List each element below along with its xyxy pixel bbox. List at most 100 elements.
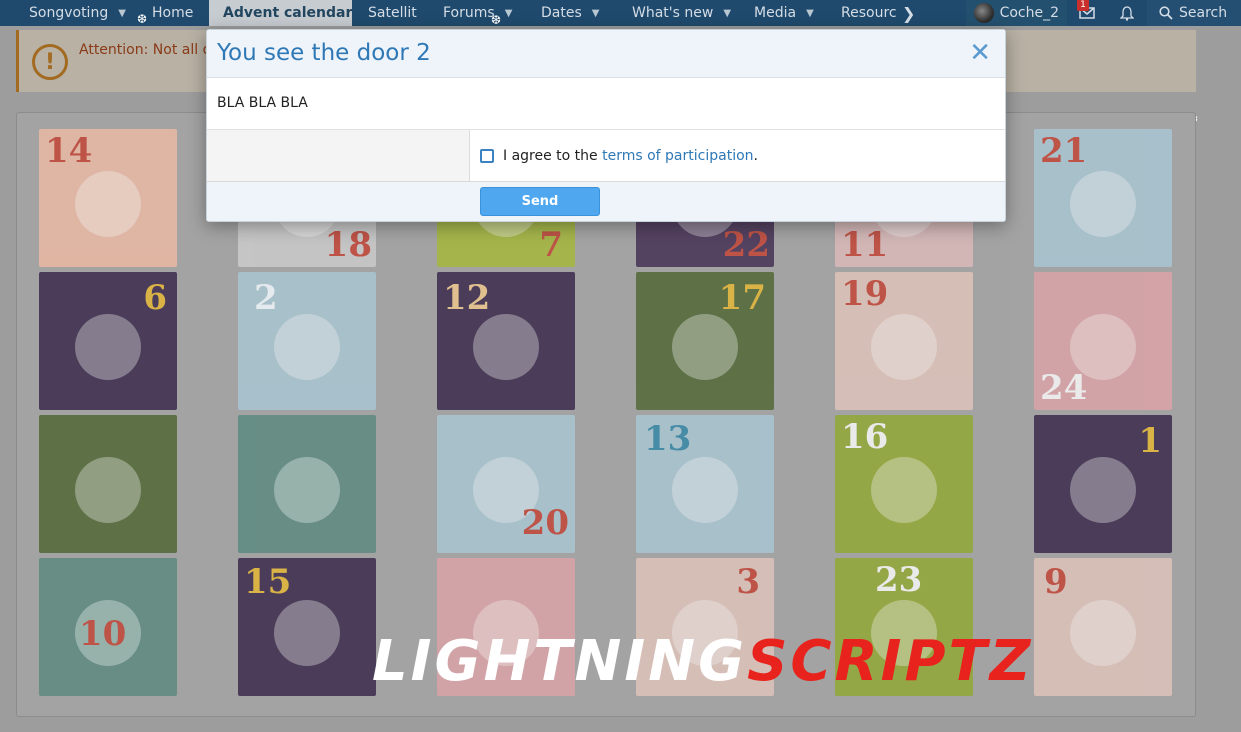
llama-illustration (1070, 171, 1136, 237)
search-button[interactable]: Search (1147, 0, 1241, 26)
calendar-door[interactable]: 12 (437, 272, 575, 410)
search-icon (1159, 6, 1173, 20)
girl-tree-illustration (75, 457, 141, 523)
nav-item-media[interactable]: Media ▼ (741, 0, 830, 26)
nav-item-satellit[interactable]: Satellit (352, 0, 428, 26)
nav-item-resource[interactable]: Resource (830, 0, 896, 26)
agree-prefix: I agree to the (503, 147, 598, 164)
calendar-door[interactable]: 1 (1034, 415, 1172, 553)
calendar-door[interactable] (39, 415, 177, 553)
calendar-door[interactable]: 19 (835, 272, 973, 410)
sweater-illustration (75, 171, 141, 237)
chevron-down-icon[interactable]: ▼ (118, 8, 126, 19)
notice-text: Attention: Not all d (79, 42, 212, 58)
calendar-door[interactable]: 24 (1034, 272, 1172, 410)
calendar-door[interactable]: 6 (39, 272, 177, 410)
top-navigation: Songvoting ▼ Home Advent calendar Satell… (0, 0, 1241, 26)
agree-row-input-cell: I agree to the terms of participation. (470, 130, 1005, 181)
door-number: 1 (1138, 421, 1162, 461)
nav-item-songvoting[interactable]: Songvoting ▼ (0, 0, 140, 26)
calendar-door[interactable]: 16 (835, 415, 973, 553)
elf-sled-illustration (871, 314, 937, 380)
snowman-illustration (672, 457, 738, 523)
calendar-door[interactable]: 21 (1034, 129, 1172, 267)
calendar-door[interactable] (238, 415, 376, 553)
chevron-down-icon[interactable]: ▼ (592, 8, 600, 19)
nav-item-forums[interactable]: Forums ▼ (428, 0, 523, 26)
nav-more-button[interactable]: ❯ (896, 0, 920, 26)
door-number: 12 (443, 278, 491, 318)
nav-label: Satellit (368, 5, 417, 21)
snowflake-icon: ❆ (137, 12, 148, 26)
door-number: 7 (539, 225, 563, 265)
nav-label: Resource (841, 5, 896, 21)
door-number: 19 (841, 274, 889, 314)
chevron-right-icon: ❯ (902, 3, 916, 23)
dialog-title: You see the door 2 (217, 40, 431, 66)
watermark-logo: LIGHTNINGSCRIPTZ (372, 632, 1033, 692)
agree-checkbox[interactable] (480, 148, 494, 163)
bunny-skating-illustration (274, 314, 340, 380)
user-menu[interactable]: Coche_2 (965, 0, 1067, 26)
bear-illustration (274, 457, 340, 523)
bell-icon (1120, 5, 1134, 21)
chevron-down-icon[interactable]: ▼ (505, 8, 513, 19)
avatar (973, 3, 994, 23)
agree-row: I agree to the terms of participation. (207, 130, 1005, 182)
door-number: 2 (254, 278, 278, 318)
search-label: Search (1179, 5, 1228, 21)
nav-label: Media (754, 5, 797, 21)
nav-label: Forums (443, 5, 495, 21)
watermark-part-2: SCRIPTZ (747, 629, 1034, 694)
nav-item-dates[interactable]: Dates ▼ (523, 0, 617, 26)
nav-label: Songvoting (29, 5, 109, 21)
door-number: 18 (324, 225, 372, 265)
door-number: 22 (722, 225, 770, 265)
close-icon[interactable]: ✕ (969, 38, 991, 68)
inbox-button[interactable]: 1 (1067, 0, 1107, 26)
warning-icon: ! (32, 44, 68, 80)
watermark-part-1: LIGHTNING (372, 629, 748, 694)
door-number: 16 (841, 417, 889, 457)
terms-link[interactable]: terms of participation (602, 148, 753, 164)
calendar-door[interactable]: 9 (1034, 558, 1172, 696)
door-number: 14 (45, 131, 93, 171)
door-number: 15 (244, 562, 292, 602)
agree-row-label-cell (207, 130, 470, 181)
calendar-door[interactable]: 20 (437, 415, 575, 553)
calendar-door[interactable]: 13 (636, 415, 774, 553)
chevron-down-icon[interactable]: ▼ (723, 8, 731, 19)
dialog-body-text: BLA BLA BLA (207, 78, 1005, 130)
nav-user-area: Coche_2 1 Search (965, 0, 1241, 26)
door-number: 24 (1040, 368, 1088, 408)
deer-illustration (1070, 600, 1136, 666)
nav-label: Advent calendar (223, 5, 353, 21)
nav-item-home[interactable]: Home (140, 0, 209, 26)
nav-label: Dates (541, 5, 582, 21)
bunny-present-illustration (274, 600, 340, 666)
username: Coche_2 (999, 5, 1059, 21)
door-number: 13 (644, 419, 692, 459)
calendar-door[interactable]: 17 (636, 272, 774, 410)
door-number: 3 (736, 562, 760, 602)
calendar-door[interactable]: 10 (39, 558, 177, 696)
calendar-door[interactable]: 15 (238, 558, 376, 696)
girl-bunny-illustration (473, 314, 539, 380)
send-button[interactable]: Send (480, 187, 600, 216)
chevron-down-icon[interactable]: ▼ (806, 8, 814, 19)
alerts-button[interactable] (1107, 0, 1147, 26)
door-number: 11 (841, 225, 889, 265)
calendar-door[interactable]: 14 (39, 129, 177, 267)
inbox-count-badge: 1 (1077, 0, 1089, 11)
door-number: 10 (79, 614, 127, 654)
nav-label: What's new (632, 5, 714, 21)
car-tree-illustration (871, 457, 937, 523)
door-number: 6 (143, 278, 167, 318)
door-number: 23 (875, 560, 923, 600)
nav-label: Home (152, 5, 194, 21)
door-number: 20 (521, 503, 569, 543)
calendar-door[interactable]: 2 (238, 272, 376, 410)
nav-item-advent-calendar[interactable]: Advent calendar (209, 0, 352, 26)
nav-item-whats-new[interactable]: What's new ▼ (617, 0, 741, 26)
door-number: 17 (718, 278, 766, 318)
